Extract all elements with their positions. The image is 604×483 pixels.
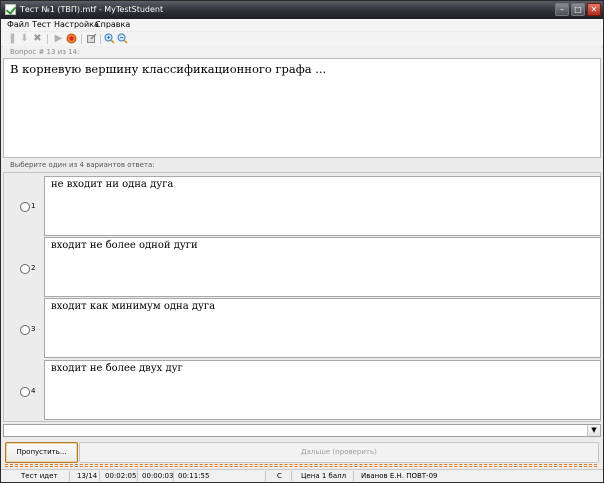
status-price: Цена 1 балл <box>301 472 347 480</box>
pause-icon[interactable]: ❚ <box>7 33 18 44</box>
answers-panel: 1 не входит ни одна дуга 2 входит не бол… <box>3 172 601 422</box>
question-header: Вопрос # 13 из 14: <box>3 46 601 58</box>
zoom-in-icon[interactable] <box>104 33 115 44</box>
answer-number-2: 2 <box>31 264 36 272</box>
answer-option-3[interactable]: входит как минимум одна дуга <box>44 298 601 358</box>
status-separator <box>137 471 138 481</box>
answer-number-3: 3 <box>31 325 36 333</box>
status-time-question: 00:00:03 <box>142 472 174 480</box>
menu-test[interactable]: Тест <box>32 20 51 29</box>
menu-settings[interactable]: Настройка <box>54 20 99 29</box>
title-bar[interactable]: Тест №1 (ТВП).mtf - MyTestStudent – □ ✕ <box>1 1 603 19</box>
answer-radio-1[interactable] <box>20 202 30 212</box>
answer-text-1: не входит ни одна дуга <box>51 179 174 190</box>
play-icon[interactable]: ▶ <box>53 33 64 44</box>
toolbar-separator <box>47 34 48 44</box>
status-state: Тест идет <box>21 472 58 480</box>
status-progress: 13/14 <box>77 472 98 480</box>
status-separator <box>173 471 174 481</box>
close-button[interactable]: ✕ <box>587 3 601 16</box>
answer-text-4: входит не более двух дуг <box>51 363 183 374</box>
status-time-elapsed: 00:02:05 <box>105 472 137 480</box>
down-arrow-icon[interactable]: ⬇ <box>19 33 30 44</box>
minimize-button[interactable]: – <box>555 3 569 16</box>
status-bar: Тест идет 13/14 00:02:05 00:00:03 00:11:… <box>1 469 603 482</box>
toolbar: ❚ ⬇ ✖ ▶ <box>1 32 603 47</box>
answers-header: Выберите один из 4 вариантов ответа: <box>3 158 601 171</box>
answer-text-3: входит как минимум одна дуга <box>51 301 216 312</box>
stop-x-icon[interactable]: ✖ <box>32 33 43 44</box>
maximize-button[interactable]: □ <box>571 3 585 16</box>
toolbar-separator <box>100 34 101 44</box>
answer-option-1[interactable]: не входит ни одна дуга <box>44 176 601 236</box>
status-separator <box>291 471 292 481</box>
answer-option-4[interactable]: входит не более двух дуг <box>44 360 601 420</box>
status-separator <box>69 471 70 481</box>
answer-radio-3[interactable] <box>20 325 30 335</box>
application-window: Тест №1 (ТВП).mtf - MyTestStudent – □ ✕ … <box>0 0 604 483</box>
time-progress-bar <box>5 463 597 467</box>
answer-number-4: 4 <box>31 387 36 395</box>
status-separator <box>265 471 266 481</box>
answer-option-2[interactable]: входит не более одной дуги <box>44 237 601 297</box>
question-panel: В корневую вершину классификационного гр… <box>3 58 601 158</box>
status-time-left: 00:11:55 <box>178 472 210 480</box>
chevron-down-icon[interactable]: ▼ <box>587 425 600 436</box>
status-mode: С <box>277 472 282 480</box>
input-combobox[interactable]: ▼ <box>3 424 601 437</box>
answers-instruction: Выберите один из 4 вариантов ответа: <box>10 161 155 169</box>
toolbar-separator <box>81 34 82 44</box>
status-separator <box>353 471 354 481</box>
record-icon[interactable] <box>66 33 77 44</box>
answer-radio-2[interactable] <box>20 264 30 274</box>
menu-help[interactable]: Справка <box>95 20 130 29</box>
app-check-icon <box>5 4 17 15</box>
menu-file[interactable]: Файл <box>7 20 29 29</box>
answer-text-2: входит не более одной дуги <box>51 240 198 251</box>
status-user: Иванов Е.Н. ПОВТ-09 <box>361 472 438 480</box>
answer-number-1: 1 <box>31 202 36 210</box>
window-title: Тест №1 (ТВП).mtf - MyTestStudent <box>20 5 164 14</box>
skip-button[interactable]: Пропустить... <box>5 442 78 463</box>
question-counter: Вопрос # 13 из 14: <box>10 48 80 56</box>
export-icon[interactable] <box>86 33 97 44</box>
answer-radio-4[interactable] <box>20 387 30 397</box>
zoom-out-icon[interactable] <box>117 33 128 44</box>
next-check-button[interactable]: Дальше (проверить) <box>79 442 599 463</box>
status-separator <box>99 471 100 481</box>
menu-bar: Файл Тест Настройка Справка <box>1 19 603 31</box>
question-text: В корневую вершину классификационного гр… <box>10 62 327 76</box>
